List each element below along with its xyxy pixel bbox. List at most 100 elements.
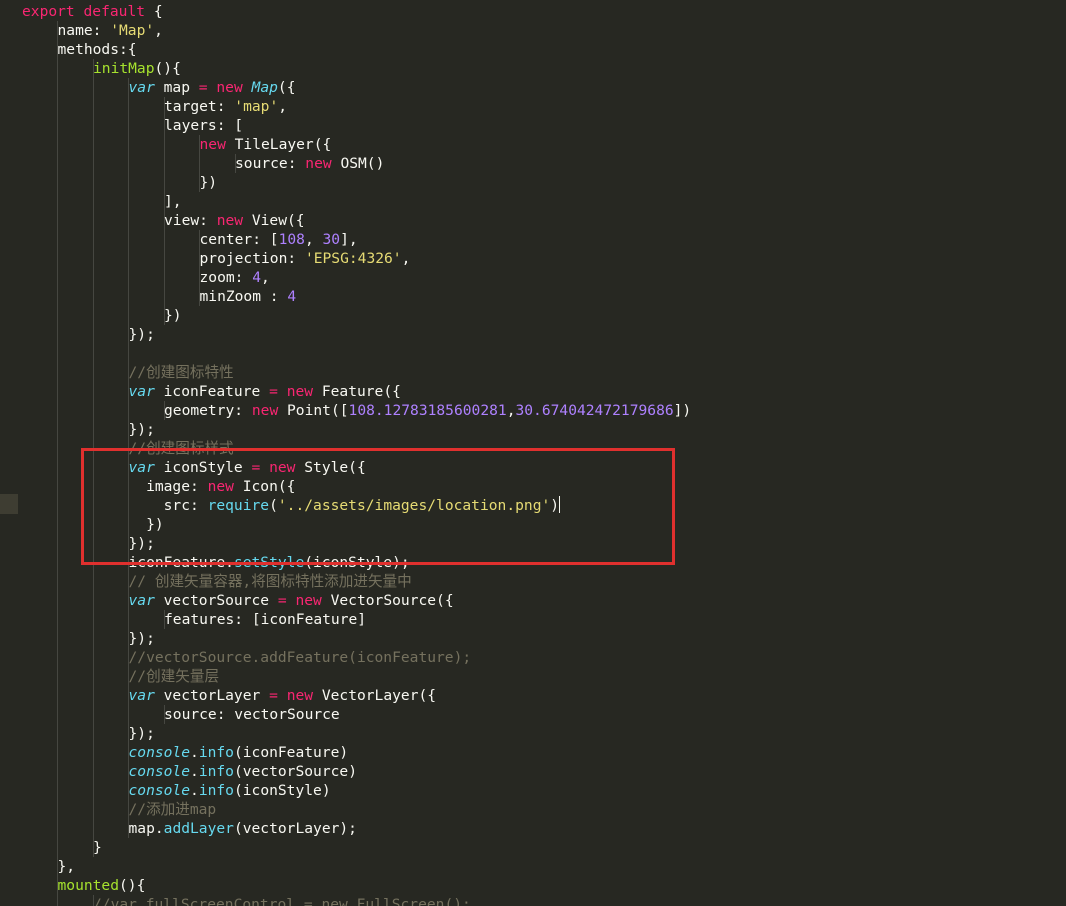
code-token: . (190, 763, 199, 780)
code-text: // 创建矢量容器,将图标特性添加进矢量中 (129, 572, 412, 591)
indent-guide (128, 97, 129, 116)
indent-guide (128, 401, 129, 420)
code-token: ], (164, 193, 182, 210)
code-token: }); (128, 630, 155, 647)
code-token: . (190, 744, 199, 761)
code-text: iconFeature.setStyle(iconStyle); (129, 553, 410, 572)
code-token: (){ (119, 877, 146, 894)
code-token: iconFeature (154, 383, 270, 400)
code-token: VectorSource({ (321, 592, 454, 609)
code-text: }, (58, 857, 76, 876)
code-token: setStyle (233, 554, 305, 571)
indent-guide (92, 667, 94, 686)
code-token: ({ (277, 79, 296, 96)
indent-guide (128, 249, 129, 268)
code-token: require (207, 497, 270, 514)
indent-guide (92, 192, 94, 211)
code-token: info (198, 763, 234, 780)
indent-guide (57, 344, 58, 363)
code-text: //创建矢量层 (129, 667, 220, 686)
indent-guide (92, 211, 94, 230)
code-token: mounted (57, 877, 120, 894)
indent-guide (57, 800, 58, 819)
code-token: iconStyle (154, 459, 252, 476)
code-token: (iconFeature) (233, 744, 349, 761)
indent-guide (92, 705, 94, 724)
code-token: initMap (93, 60, 155, 77)
indent-guide (92, 610, 94, 629)
code-token: = (198, 79, 208, 96)
code-text: center: [108, 30], (200, 230, 358, 249)
indent-guide (128, 610, 129, 629)
code-token: 4 (252, 269, 262, 286)
indent-guide (128, 135, 129, 154)
code-token: 30.674042472179686 (515, 402, 674, 419)
indent-guide (57, 420, 58, 439)
indent-guide (92, 648, 94, 667)
code-token: //创建矢量层 (128, 668, 220, 685)
code-token: new (216, 212, 244, 229)
code-text: var vectorSource = new VectorSource({ (129, 591, 454, 610)
code-text: }) (200, 173, 218, 192)
code-text: target: 'map', (164, 97, 287, 116)
indent-guide (57, 610, 58, 629)
code-token: }, (57, 858, 76, 875)
code-token: //添加进map (128, 801, 217, 818)
code-text: new TileLayer({ (200, 135, 332, 154)
text-cursor (559, 496, 561, 513)
code-text: }); (129, 420, 155, 439)
code-text: name: 'Map', (58, 21, 163, 40)
code-token: layers: [ (164, 117, 244, 134)
code-text: source: vectorSource (164, 705, 340, 724)
indent-guide (57, 781, 58, 800)
code-token: Map (251, 79, 278, 96)
indent-guide (57, 838, 58, 857)
code-text: mounted(){ (58, 876, 146, 895)
code-text: geometry: new Point([108.12783185600281,… (164, 401, 691, 420)
indent-guide (57, 97, 58, 116)
indent-guide (57, 895, 58, 906)
indent-guide (92, 515, 94, 534)
code-editor[interactable]: export default {name: 'Map', methods:{ini… (0, 0, 1066, 906)
indent-guide (92, 743, 94, 762)
code-token: // 创建矢量容器,将图标特性添加进矢量中 (128, 573, 412, 590)
indent-guide (57, 496, 58, 515)
indent-guide (92, 420, 94, 439)
code-token: 'map' (234, 98, 279, 115)
code-token: (vectorSource) (233, 763, 357, 780)
indent-guide (57, 553, 58, 572)
indent-guide (57, 135, 58, 154)
code-token: map. (128, 820, 164, 837)
indent-guide (92, 401, 94, 420)
code-token: new (305, 155, 332, 172)
code-token: new (199, 136, 226, 153)
code-token: View({ (243, 212, 305, 229)
code-token: , (304, 231, 323, 248)
code-token: new (269, 459, 296, 476)
indent-guide (92, 458, 94, 477)
code-text: console.info(iconStyle) (129, 781, 331, 800)
code-token: }); (128, 326, 155, 343)
indent-guide (92, 686, 94, 705)
code-token: var (128, 687, 155, 704)
code-token: ( (269, 497, 278, 514)
code-token: ], (340, 231, 358, 248)
code-text: initMap(){ (93, 59, 181, 78)
code-token: 108 (278, 231, 305, 248)
indent-guide (57, 116, 58, 135)
indent-guide (92, 249, 94, 268)
code-token: } (93, 839, 102, 856)
code-text: }); (129, 629, 155, 648)
indent-guide (57, 686, 58, 705)
code-text: image: new Icon({ (129, 477, 295, 496)
indent-guide (57, 211, 58, 230)
code-text: minZoom : 4 (200, 287, 297, 306)
indent-guide (128, 287, 129, 306)
indent-guide (57, 230, 58, 249)
code-token: var (128, 459, 155, 476)
code-token: minZoom : (199, 288, 288, 305)
indent-guide (128, 344, 129, 363)
indent-guide (57, 819, 58, 838)
indent-guide (57, 401, 58, 420)
